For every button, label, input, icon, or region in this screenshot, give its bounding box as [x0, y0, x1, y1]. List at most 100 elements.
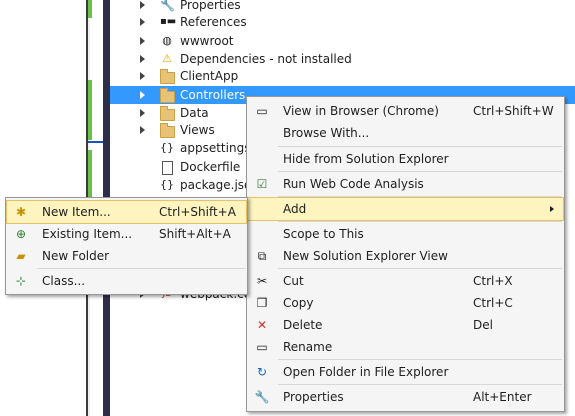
menu-item-label: Delete — [283, 318, 323, 332]
context-menu: ▭ View in Browser (Chrome) Ctrl+Shift+W … — [246, 96, 565, 412]
wrench-icon: 🔧 — [254, 390, 270, 404]
menu-item-label: Rename — [283, 340, 333, 354]
expand-arrow-icon[interactable] — [140, 72, 145, 80]
editor-line-marker — [88, 141, 103, 143]
expand-arrow-icon[interactable] — [140, 126, 145, 134]
menu-item-label: Browse With... — [283, 126, 370, 140]
menu-item-open-in-file-explorer[interactable]: ↻ Open Folder in File Explorer — [248, 361, 563, 383]
tree-item-label: Controllers — [180, 88, 246, 102]
menu-item-label: Scope to This — [283, 227, 364, 241]
menu-item-shortcut: Shift+Alt+A — [159, 227, 231, 241]
tree-item-label: Views — [180, 123, 215, 137]
menu-item-shortcut: Del — [473, 318, 493, 332]
add-submenu: ✱ New Item... Ctrl+Shift+A ⊕ Existing It… — [5, 197, 248, 295]
menu-item-shortcut: Alt+Enter — [473, 390, 532, 404]
folder-icon — [160, 106, 175, 121]
menu-item-cut[interactable]: ✂ Cut Ctrl+X — [248, 270, 563, 292]
tree-item-label: Data — [180, 106, 209, 120]
refresh-icon: ↻ — [256, 365, 268, 379]
menu-item-label: Cut — [283, 274, 304, 288]
menu-item-properties[interactable]: 🔧 Properties Alt+Enter — [248, 386, 563, 408]
tree-item-label: wwwroot — [180, 34, 234, 48]
browser-icon: ▭ — [256, 104, 268, 118]
tree-item-wwwroot[interactable]: ◍ wwwroot — [110, 32, 575, 50]
wrench-icon: 🔧 — [160, 0, 175, 12]
menu-item-shortcut: Ctrl+C — [473, 296, 513, 310]
change-marker — [88, 150, 92, 200]
submenu-arrow-icon — [550, 206, 554, 212]
json-file-icon: {} — [160, 178, 174, 191]
menu-item-browse-with[interactable]: Browse With... — [248, 122, 563, 144]
menu-item-add[interactable]: Add — [247, 197, 564, 221]
menu-item-view-in-browser[interactable]: ▭ View in Browser (Chrome) Ctrl+Shift+W — [248, 100, 563, 122]
menu-separator — [278, 359, 562, 360]
menu-separator — [278, 196, 562, 197]
tree-item-label: Dockerfile — [180, 160, 241, 174]
menu-item-new-explorer-view[interactable]: ⧉ New Solution Explorer View — [248, 245, 563, 267]
menu-item-shortcut: Ctrl+Shift+W — [473, 104, 554, 118]
menu-item-copy[interactable]: ❐ Copy Ctrl+C — [248, 292, 563, 314]
folder-icon — [160, 88, 175, 103]
expand-arrow-icon[interactable] — [140, 109, 145, 117]
change-marker — [88, 0, 92, 18]
menu-item-label: Run Web Code Analysis — [283, 177, 424, 191]
expand-arrow-icon[interactable] — [140, 55, 145, 63]
menu-separator — [278, 384, 562, 385]
submenu-item-new-item[interactable]: ✱ New Item... Ctrl+Shift+A — [6, 200, 247, 224]
tree-item-references[interactable]: ▪▬ References — [110, 13, 575, 31]
globe-icon: ◍ — [162, 34, 172, 47]
expand-arrow-icon[interactable] — [140, 91, 145, 99]
delete-x-icon: ✕ — [256, 318, 268, 332]
class-icon: ⊹ — [15, 274, 27, 288]
menu-item-label: Hide from Solution Explorer — [283, 152, 449, 166]
rename-icon: ▭ — [256, 340, 268, 354]
new-folder-icon: ▰ — [16, 249, 26, 263]
copy-icon: ❐ — [256, 296, 268, 310]
file-icon — [162, 161, 173, 175]
expand-arrow-icon[interactable] — [140, 18, 145, 26]
menu-separator — [278, 221, 562, 222]
tree-item-label: References — [180, 15, 247, 29]
menu-item-hide-from-explorer[interactable]: Hide from Solution Explorer — [248, 148, 563, 170]
submenu-item-existing-item[interactable]: ⊕ Existing Item... Shift+Alt+A — [7, 223, 246, 245]
references-icon: ▪▬ — [160, 16, 177, 27]
menu-item-rename[interactable]: ▭ Rename — [248, 336, 563, 358]
expand-arrow-icon[interactable] — [140, 1, 145, 9]
menu-item-run-web-code-analysis[interactable]: ☑ Run Web Code Analysis — [248, 173, 563, 195]
tree-item-label: Properties — [180, 0, 241, 12]
menu-item-label: New Item... — [42, 205, 111, 219]
folder-icon — [160, 123, 175, 138]
new-view-icon: ⧉ — [257, 249, 267, 263]
expand-arrow-icon[interactable] — [140, 37, 145, 45]
submenu-item-new-folder[interactable]: ▰ New Folder — [7, 245, 246, 267]
new-item-icon: ✱ — [15, 205, 27, 219]
menu-item-label: Open Folder in File Explorer — [283, 365, 449, 379]
tree-item-properties[interactable]: 🔧 Properties — [110, 0, 575, 14]
tree-item-label: Dependencies - not installed — [180, 52, 352, 66]
tree-item-label: appsettings. — [180, 141, 255, 155]
tree-item-label: ClientApp — [180, 69, 239, 83]
tree-item-clientapp[interactable]: ClientApp — [110, 67, 575, 85]
menu-separator — [278, 146, 562, 147]
menu-item-delete[interactable]: ✕ Delete Del — [248, 314, 563, 336]
json-file-icon: {} — [160, 141, 174, 154]
tree-item-dependencies[interactable]: ⚠ Dependencies - not installed — [110, 50, 575, 68]
menu-item-label: New Solution Explorer View — [283, 249, 448, 263]
menu-item-label: New Folder — [42, 249, 110, 263]
menu-separator — [37, 268, 245, 269]
menu-item-scope-to-this[interactable]: Scope to This — [248, 223, 563, 245]
scissors-icon: ✂ — [256, 274, 268, 288]
submenu-item-class[interactable]: ⊹ Class... — [7, 270, 246, 292]
change-marker — [88, 80, 92, 140]
menu-separator — [278, 268, 562, 269]
menu-item-label: Copy — [283, 296, 314, 310]
menu-item-label: Add — [283, 202, 307, 216]
folder-icon — [160, 69, 175, 84]
menu-item-shortcut: Ctrl+X — [473, 274, 513, 288]
menu-item-label: Properties — [283, 390, 344, 404]
warning-icon: ⚠ — [162, 52, 172, 65]
menu-item-label: Class... — [42, 274, 86, 288]
menu-separator — [278, 171, 562, 172]
menu-item-label: View in Browser (Chrome) — [283, 104, 439, 118]
menu-item-label: Existing Item... — [42, 227, 133, 241]
